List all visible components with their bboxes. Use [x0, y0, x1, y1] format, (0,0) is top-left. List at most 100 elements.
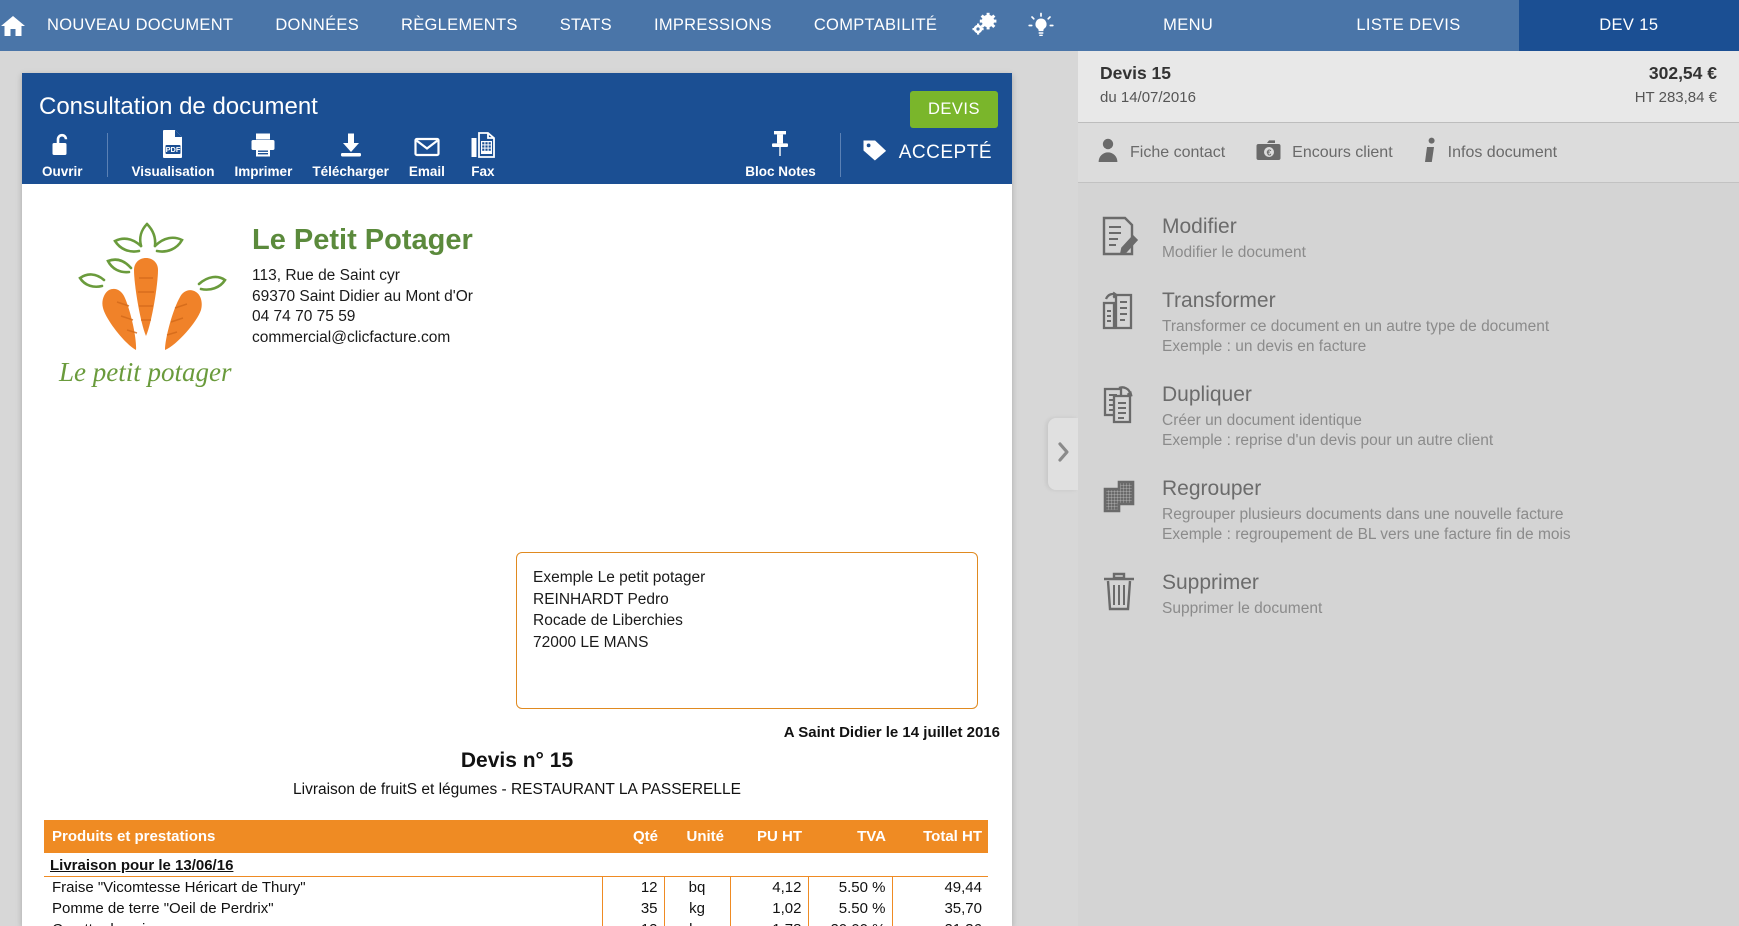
toolbar-divider-2 — [839, 133, 841, 177]
item-qty: 12 — [601, 919, 664, 926]
envelope-icon — [413, 129, 441, 159]
summary-amount-ttc: 302,54 € — [1648, 63, 1717, 83]
summary-right: 302,54 € HT 283,84 € — [1635, 63, 1717, 122]
group-label: Livraison pour le 13/06/16 — [50, 857, 234, 874]
item-qty: 12 — [601, 876, 664, 898]
bloc-notes-button[interactable]: Bloc Notes — [735, 129, 826, 179]
action-sub: Exemple : reprise d'un devis pour un aut… — [1162, 432, 1494, 449]
app-root: NOUVEAU DOCUMENT DONNÉES RÈGLEMENTS STAT… — [0, 0, 1739, 926]
summary-quick-links: Fiche contact € Encours client Infos doc… — [1078, 123, 1739, 183]
item-tva: 5.50 % — [807, 898, 892, 919]
item-unit: kg — [663, 898, 730, 919]
tag-icon — [861, 137, 889, 169]
document-header: Consultation de document DEVIS Ouvrir PD… — [22, 73, 1012, 184]
right-panel-tabs: MENU LISTE DEVIS DEV 15 — [1078, 0, 1739, 51]
nav-item-stats[interactable]: STATS — [539, 0, 633, 51]
action-modifier[interactable]: Modifier Modifier le document — [1078, 201, 1739, 275]
item-tva: 20.00 % — [807, 919, 892, 926]
wallet-icon: € — [1255, 138, 1282, 167]
link-fiche-contact[interactable]: Fiche contact — [1096, 137, 1225, 168]
status-badge[interactable]: ACCEPTÉ — [855, 137, 1002, 179]
nav-item-nouveau-document[interactable]: NOUVEAU DOCUMENT — [26, 0, 254, 51]
open-button[interactable]: Ouvrir — [32, 129, 93, 179]
item-name: Fraise "Vicomtesse Héricart de Thury" — [52, 879, 306, 896]
document-toolbar: Ouvrir PDF Visualisation Imprimer Téléch… — [22, 122, 1012, 184]
company-name: Le Petit Potager — [252, 224, 473, 256]
download-icon — [337, 129, 365, 159]
line-items-table: Produits et prestations Qté Unité PU HT … — [44, 820, 988, 926]
action-transformer[interactable]: Transformer Transformer ce document en u… — [1078, 275, 1739, 369]
nav-item-reglements[interactable]: RÈGLEMENTS — [380, 0, 539, 51]
table-row[interactable]: Fraise "Vicomtesse Héricart de Thury" 12… — [44, 876, 988, 898]
document-workspace: Consultation de document DEVIS Ouvrir PD… — [0, 51, 1078, 926]
action-supprimer[interactable]: Supprimer Supprimer le document — [1078, 557, 1739, 631]
duplicate-document-icon — [1100, 381, 1162, 451]
action-text: Supprimer Supprimer le document — [1162, 569, 1322, 619]
print-button-label: Imprimer — [234, 164, 293, 179]
pin-icon — [768, 129, 792, 159]
summary-amount-ht: HT 283,84 € — [1634, 89, 1717, 106]
item-unit: kg — [663, 919, 730, 926]
table-body: Livraison pour le 13/06/16 Fraise "Vicom… — [44, 853, 988, 926]
email-button[interactable]: Email — [399, 129, 455, 179]
tab-liste-devis[interactable]: LISTE DEVIS — [1298, 0, 1519, 51]
nav-item-impressions[interactable]: IMPRESSIONS — [633, 0, 793, 51]
link-infos-document[interactable]: Infos document — [1423, 137, 1557, 169]
home-button[interactable] — [0, 0, 26, 51]
visualisation-button-label: Visualisation — [131, 164, 215, 179]
client-line: Rocade de Liberchies — [533, 612, 683, 629]
action-sub: Supprimer le document — [1162, 600, 1323, 617]
transform-document-icon — [1100, 287, 1162, 357]
bloc-notes-label: Bloc Notes — [745, 164, 816, 179]
invoice-preview: Le petit potager Le Petit Potager 113, R… — [22, 184, 1012, 926]
item-pu: 4,12 — [729, 876, 808, 898]
email-button-label: Email — [408, 164, 445, 179]
table-group-row: Livraison pour le 13/06/16 — [44, 853, 988, 877]
action-sub: Exemple : un devis en facture — [1162, 338, 1367, 355]
link-encours-client[interactable]: € Encours client — [1255, 138, 1393, 167]
action-dupliquer[interactable]: Dupliquer Créer un document identique Ex… — [1078, 369, 1739, 463]
print-button[interactable]: Imprimer — [225, 129, 303, 179]
item-total: 35,70 — [891, 898, 988, 919]
nav-item-comptabilite[interactable]: COMPTABILITÉ — [793, 0, 958, 51]
item-pu: 1,78 — [729, 919, 808, 926]
visualisation-button[interactable]: PDF Visualisation — [122, 129, 225, 179]
lightbulb-icon[interactable] — [1014, 0, 1068, 51]
fax-button[interactable]: Fax — [455, 129, 511, 179]
action-title: Modifier — [1162, 215, 1237, 238]
action-title: Regrouper — [1162, 477, 1262, 500]
tab-menu[interactable]: MENU — [1078, 0, 1299, 51]
action-text: Transformer Transformer ce document en u… — [1162, 287, 1549, 357]
download-button[interactable]: Télécharger — [302, 129, 399, 179]
tab-dev-15[interactable]: DEV 15 — [1518, 0, 1739, 51]
download-button-label: Télécharger — [312, 164, 389, 179]
col-header-unite: Unité — [664, 820, 730, 853]
col-header-produits: Produits et prestations — [44, 820, 602, 853]
fax-icon — [470, 129, 496, 159]
gears-icon[interactable] — [958, 0, 1014, 51]
col-header-qte: Qté — [602, 820, 664, 853]
action-text: Regrouper Regrouper plusieurs documents … — [1162, 475, 1571, 545]
action-sub: Regrouper plusieurs documents dans une n… — [1162, 506, 1564, 523]
fax-button-label: Fax — [471, 164, 495, 179]
action-title: Transformer — [1162, 289, 1276, 312]
link-label: Encours client — [1292, 143, 1393, 161]
place-and-date: A Saint Didier le 14 juillet 2016 — [783, 724, 1000, 741]
action-regrouper[interactable]: Regrouper Regrouper plusieurs documents … — [1078, 463, 1739, 557]
page-title: Consultation de document — [39, 93, 318, 120]
col-header-tva: TVA — [808, 820, 892, 853]
client-line: REINHARDT Pedro — [533, 590, 669, 608]
document-card: Consultation de document DEVIS Ouvrir PD… — [22, 73, 1012, 926]
document-actions-list: Modifier Modifier le document Transforme… — [1078, 183, 1739, 631]
person-icon — [1096, 137, 1120, 168]
table-row[interactable]: Pomme de terre "Oeil de Perdrix" 35 kg 1… — [44, 898, 988, 919]
table-header: Produits et prestations Qté Unité PU HT … — [44, 820, 988, 853]
action-sub: Modifier le document — [1162, 244, 1306, 261]
unlock-icon — [50, 129, 74, 159]
edit-document-icon — [1100, 213, 1162, 263]
action-title: Supprimer — [1162, 571, 1259, 594]
panel-collapse-handle[interactable] — [1048, 418, 1078, 490]
nav-item-donnees[interactable]: DONNÉES — [254, 0, 380, 51]
client-address-box: Exemple Le petit potager REINHARDT Pedro… — [516, 552, 978, 709]
table-row[interactable]: Carotte de saison 12 kg 1,78 20.00 % 21,… — [44, 919, 988, 926]
